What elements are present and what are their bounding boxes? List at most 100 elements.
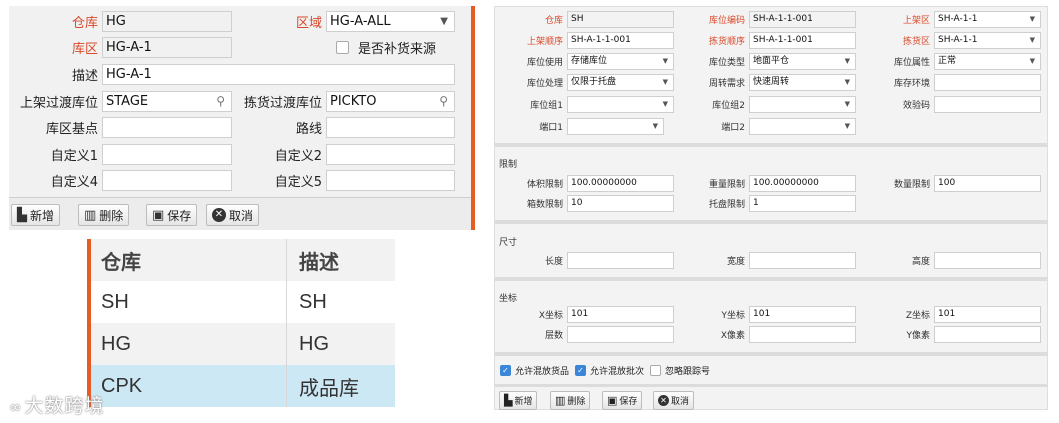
x-pixel-field[interactable] — [749, 326, 856, 343]
custom5-field[interactable] — [326, 170, 455, 191]
custom2-field[interactable] — [326, 144, 455, 165]
zone-row-5: 库区基点 路线 — [9, 117, 455, 138]
coord-row-1: X坐标 101 Y坐标 101 Z坐标 101 — [495, 306, 1041, 323]
loc-handling-select[interactable]: 仅限于托盘 ▼ — [567, 74, 674, 91]
port2-select[interactable]: ▼ — [749, 118, 856, 135]
x-coord-field[interactable]: 101 — [567, 306, 674, 323]
port1-select[interactable]: ▼ — [567, 118, 664, 135]
picking-transit-field[interactable]: PICKTO ⚲ — [326, 91, 455, 112]
pick-zone-select[interactable]: SH-A-1-1 ▼ — [934, 32, 1041, 49]
delete-button[interactable]: ▥ 删除 — [550, 391, 591, 410]
loc-use-select[interactable]: 存储库位 ▼ — [567, 53, 674, 70]
column-header-desc[interactable]: 描述 — [281, 246, 339, 275]
weight-limit-field[interactable]: 100.00000000 — [749, 175, 856, 192]
section-divider — [495, 277, 1047, 281]
add-button[interactable]: ▙ 新增 — [11, 204, 61, 226]
zone-row-1: 仓库 HG 区域 HG-A-ALL ▼ — [9, 11, 455, 32]
pallet-limit-field[interactable]: 1 — [749, 195, 856, 212]
x-pixel-label: X像素 — [720, 331, 745, 341]
ignore-tracking-checkbox[interactable] — [650, 365, 662, 376]
zone-base-field[interactable] — [102, 117, 232, 138]
cancel-button[interactable]: ✕ 取消 — [206, 204, 260, 226]
volume-limit-field[interactable]: 100.00000000 — [567, 175, 674, 192]
loc-type-select[interactable]: 地面平仓 ▼ — [749, 53, 856, 70]
zone-row-6: 自定义1 自定义2 — [9, 144, 455, 165]
replenish-source-checkbox[interactable] — [336, 41, 349, 54]
new-file-icon: ▙ — [504, 394, 513, 407]
group1-label: 库位组1 — [530, 101, 563, 111]
layers-field[interactable] — [567, 326, 674, 343]
qty-limit-label: 数量限制 — [893, 180, 930, 190]
section-divider — [495, 143, 1047, 147]
size-row: 长度 宽度 高度 — [495, 252, 1041, 269]
length-field[interactable] — [567, 252, 674, 269]
zone-row-4: 上架过渡库位 STAGE ⚲ 拣货过渡库位 PICKTO ⚲ — [9, 91, 455, 112]
zone-row-7: 自定义4 自定义5 — [9, 170, 455, 191]
width-label: 宽度 — [726, 257, 745, 267]
panel-accent-bar — [471, 6, 475, 230]
delete-button-label: 删除 — [567, 397, 586, 407]
warehouse-field[interactable]: HG — [102, 11, 232, 32]
loc-code-label: 库位编码 — [708, 16, 745, 26]
region-select[interactable]: HG-A-ALL ▼ — [326, 11, 455, 32]
close-icon: ✕ — [212, 208, 226, 222]
loc-row-1: 仓库 SH 库位编码 SH-A-1-1-001 上架区 SH-A-1-1 ▼ — [495, 11, 1041, 28]
chevron-down-icon: ▼ — [1029, 15, 1035, 23]
route-field[interactable] — [326, 117, 455, 138]
putaway-transit-field[interactable]: STAGE ⚲ — [102, 91, 232, 112]
loc-code-field[interactable]: SH-A-1-1-001 — [749, 11, 856, 28]
height-field[interactable] — [934, 252, 1041, 269]
warehouse-field[interactable]: SH — [567, 11, 674, 28]
qty-limit-field[interactable]: 100 — [934, 175, 1041, 192]
width-field[interactable] — [749, 252, 856, 269]
allow-mixed-batch-checkbox[interactable]: ✓ — [575, 365, 587, 376]
save-button[interactable]: ▣ 保存 — [602, 391, 643, 410]
pick-zone-value: SH-A-1-1 — [938, 35, 978, 45]
desc-field[interactable]: HG-A-1 — [102, 64, 455, 85]
custom1-field[interactable] — [102, 144, 232, 165]
add-button-label: 新增 — [514, 397, 533, 407]
check-code-field[interactable] — [934, 96, 1041, 113]
y-pixel-field[interactable] — [934, 326, 1041, 343]
y-coord-field[interactable]: 101 — [749, 306, 856, 323]
x-coord-label: X坐标 — [538, 311, 563, 321]
zone-toolbar: ▙ 新增 ▥ 删除 ▣ 保存 ✕ 取消 — [9, 197, 471, 230]
env-field[interactable] — [934, 74, 1041, 91]
chevron-down-icon: ▼ — [1029, 57, 1035, 65]
table-row[interactable]: SH SH — [91, 281, 395, 323]
zone-row-2: 库区 HG-A-1 是否补货来源 — [9, 37, 436, 58]
turnover-select[interactable]: 快速周转 ▼ — [749, 74, 856, 91]
delete-button[interactable]: ▥ 删除 — [78, 204, 130, 226]
box-limit-field[interactable]: 10 — [567, 195, 674, 212]
warehouse-table: 仓库 描述 SH SH HG HG CPK 成品库 — [87, 239, 395, 407]
cell-warehouse-desc: SH — [299, 290, 327, 313]
cancel-button[interactable]: ✕ 取消 — [653, 391, 695, 410]
custom4-field[interactable] — [102, 170, 232, 191]
pick-seq-label: 拣货顺序 — [708, 37, 745, 47]
allow-mixed-goods-checkbox[interactable]: ✓ — [500, 365, 511, 376]
search-icon[interactable]: ⚲ — [216, 92, 225, 111]
loc-type-value: 地面平仓 — [753, 56, 790, 66]
table-row[interactable]: HG HG — [91, 323, 395, 365]
loc-attr-label: 库位属性 — [893, 58, 930, 68]
search-icon[interactable]: ⚲ — [439, 92, 448, 111]
loc-row-3: 库位使用 存储库位 ▼ 库位类型 地面平仓 ▼ 库位属性 正常 ▼ — [495, 53, 1041, 70]
options-row: ✓ 允许混放货品 ✓ 允许混放批次 忽略跟踪号 — [500, 362, 710, 379]
length-label: 长度 — [544, 257, 563, 267]
pick-seq-field[interactable]: SH-A-1-1-001 — [749, 32, 856, 49]
group1-select[interactable]: ▼ — [567, 96, 674, 113]
cancel-button-label: 取消 — [229, 208, 254, 223]
save-button[interactable]: ▣ 保存 — [146, 204, 198, 226]
z-coord-field[interactable]: 101 — [934, 306, 1041, 323]
putaway-zone-select[interactable]: SH-A-1-1 ▼ — [934, 11, 1041, 28]
putaway-seq-field[interactable]: SH-A-1-1-001 — [567, 32, 674, 49]
loc-attr-select[interactable]: 正常 ▼ — [934, 53, 1041, 70]
group2-select[interactable]: ▼ — [749, 96, 856, 113]
column-header-warehouse[interactable]: 仓库 — [91, 246, 281, 275]
chevron-down-icon: ▼ — [652, 122, 658, 130]
table-row-selected[interactable]: CPK 成品库 — [91, 365, 395, 407]
zone-field[interactable]: HG-A-1 — [102, 37, 232, 58]
custom4-label: 自定义4 — [50, 175, 98, 190]
add-button[interactable]: ▙ 新增 — [499, 391, 538, 410]
picking-transit-value: PICKTO — [330, 94, 377, 109]
